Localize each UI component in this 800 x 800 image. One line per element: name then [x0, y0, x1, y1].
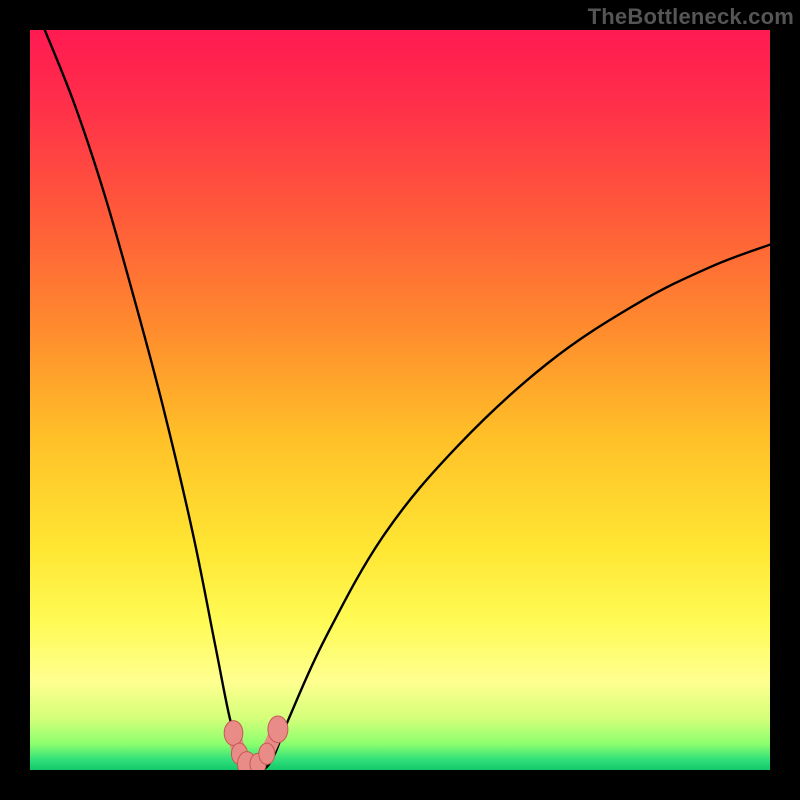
plot-area: [30, 30, 770, 770]
gradient-background: [30, 30, 770, 770]
marker-dot: [259, 743, 275, 764]
marker-dot: [268, 716, 288, 743]
outer-frame: TheBottleneck.com: [0, 0, 800, 800]
watermark-text: TheBottleneck.com: [588, 4, 794, 30]
marker-dot: [224, 721, 243, 746]
chart-svg: [30, 30, 770, 770]
